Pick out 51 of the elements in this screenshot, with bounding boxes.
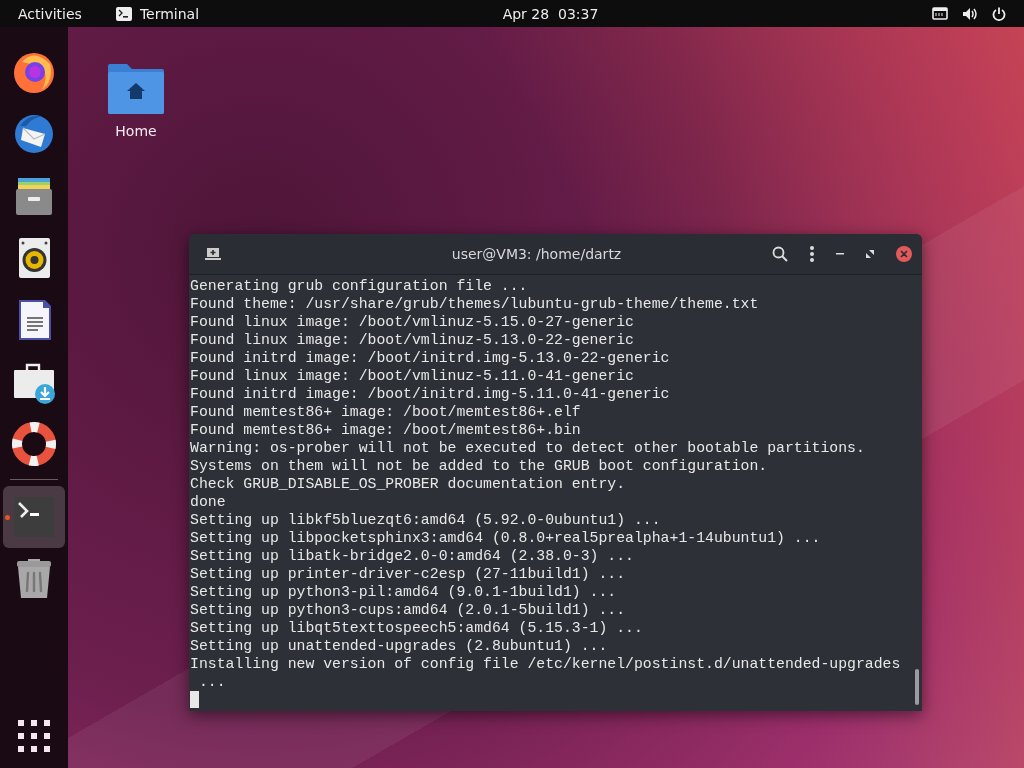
terminal-line: Installing new version of config file /etc/kernel/postinst.d/unattended-upgrades (190, 655, 902, 673)
restore-icon (866, 250, 874, 258)
desktop-icon-label[interactable]: Home (115, 123, 157, 139)
power-icon[interactable] (992, 6, 1006, 21)
terminal-line: Setting up libpocketsphinx3:amd64 (0.8.0+real5prealpha+1-14ubuntu1) ... (190, 529, 822, 547)
new-tab-icon[interactable] (205, 247, 221, 261)
terminal-line: Found theme: /usr/share/grub/themes/lubuntu-grub-theme/theme.txt (190, 295, 760, 313)
close-icon (900, 250, 908, 258)
terminal-line: Setting up libatk-bridge2.0-0:amd64 (2.38.0-3) ... (190, 547, 635, 565)
trash-icon[interactable] (14, 557, 54, 601)
app-grid-icon[interactable] (18, 720, 50, 752)
terminal-line: Found memtest86+ image: /boot/memtest86+.bin (190, 421, 582, 439)
mail-icon[interactable] (12, 112, 56, 156)
terminal-line: Found initrd image: /boot/initrd.img-5.11.0-41-generic (190, 385, 671, 403)
network-icon[interactable] (932, 6, 948, 21)
terminal-line: Setting up python3-cups:amd64 (2.0.1-5build1) ... (190, 601, 627, 619)
terminal-line: Warning: os-prober will not be executed to detect other bootable partitions. (190, 439, 866, 457)
terminal-line: Setting up libkf5bluezqt6:amd64 (5.92.0-0ubuntu1) ... (190, 511, 662, 529)
running-indicator (5, 515, 10, 520)
terminal-line: Generating grub configuration file ... (190, 277, 529, 295)
terminal-icon[interactable] (13, 496, 55, 538)
terminal-line: Setting up python3-pil:amd64 (9.0.1-1build1) ... (190, 583, 618, 601)
close-button[interactable] (896, 246, 912, 262)
menu-icon[interactable] (810, 246, 814, 262)
search-icon[interactable] (772, 246, 788, 262)
terminal-line: Setting up printer-driver-c2esp (27-11build1) ... (190, 565, 627, 583)
terminal-line: Found linux image: /boot/vmlinuz-5.15.0-27-generic (190, 313, 635, 331)
activities-button[interactable]: Activities (18, 5, 82, 22)
lifebuoy-icon[interactable] (12, 422, 56, 466)
terminal-line: Found memtest86+ image: /boot/memtest86+.elf (190, 403, 582, 421)
scrollbar-thumb[interactable] (915, 669, 919, 705)
terminal-line: Found linux image: /boot/vmlinuz-5.11.0-41-generic (190, 367, 635, 385)
app-menu-button[interactable]: Terminal (139, 5, 200, 22)
terminal-line: Found initrd image: /boot/initrd.img-5.13.0-22-generic (190, 349, 671, 367)
terminal-line: Found linux image: /boot/vmlinuz-5.13.0-22-generic (190, 331, 635, 349)
terminal-line: Setting up unattended-upgrades (2.8ubuntu1) ... (190, 637, 609, 655)
home-folder-icon[interactable] (107, 63, 165, 115)
terminal-line: done (190, 493, 227, 511)
terminal-line: Setting up libqt5texttospeech5:amd64 (5.15.3-1) ... (190, 619, 644, 637)
minimize-icon (836, 253, 844, 255)
browser-icon[interactable] (12, 50, 56, 94)
terminal-line: Check GRUB_DISABLE_OS_PROBER documentation entry. (190, 475, 627, 493)
clock-button[interactable]: Apr 28 03:37 (502, 5, 599, 22)
volume-icon[interactable] (962, 6, 978, 21)
terminal-line: Systems on them will not be added to the GRUB boot configuration. (190, 457, 769, 475)
window-title: user@VM3: /home/dartz (450, 246, 623, 262)
restore-button[interactable] (866, 250, 874, 258)
terminal-line: ... (197, 673, 227, 691)
minimize-button[interactable] (836, 253, 844, 255)
terminal-icon (115, 6, 132, 21)
terminal-cursor (190, 691, 199, 708)
